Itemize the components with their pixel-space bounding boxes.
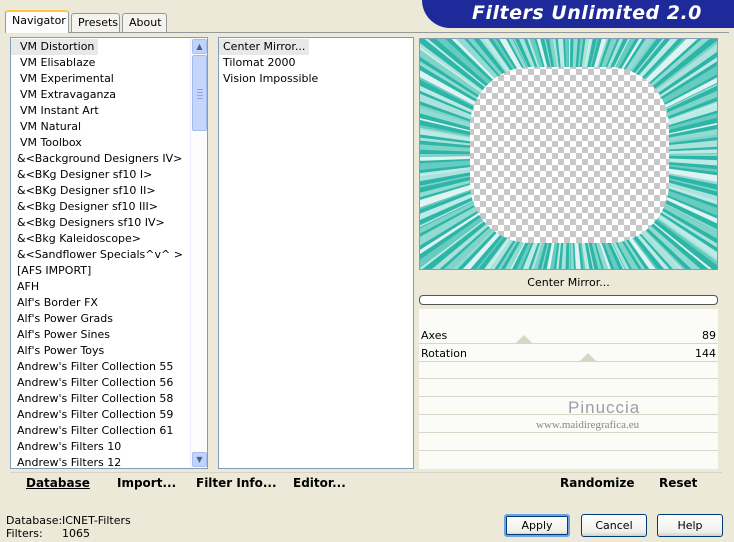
- category-item[interactable]: Alf's Power Sines: [11, 327, 110, 343]
- progress-bar: [419, 295, 718, 305]
- preview-caption: Center Mirror...: [527, 276, 610, 289]
- category-item[interactable]: Andrew's Filter Collection 58: [11, 391, 173, 407]
- category-list[interactable]: VM Distortion VM Elisablaze VM Experimenta…: [10, 37, 208, 469]
- category-item[interactable]: VM Instant Art: [11, 103, 99, 119]
- category-item[interactable]: VM Toolbox: [11, 135, 82, 151]
- param-slider-knob[interactable]: [579, 353, 596, 361]
- param-value: 144: [695, 347, 716, 360]
- category-item[interactable]: VM Distortion: [11, 39, 99, 55]
- status-filters-value: 1065: [62, 527, 90, 540]
- param-name: Rotation: [421, 347, 468, 360]
- category-item[interactable]: VM Experimental: [11, 71, 114, 87]
- filter-list[interactable]: Center Mirror... Tilomat 2000 Vision Impos…: [218, 37, 414, 469]
- param-name: Axes: [421, 329, 448, 342]
- randomize-button[interactable]: Randomize: [560, 476, 634, 490]
- category-item[interactable]: &<Bkg Designers sf10 IV>: [11, 215, 165, 231]
- filter-info-button[interactable]: Filter Info...: [196, 476, 277, 490]
- category-item[interactable]: VM Natural: [11, 119, 81, 135]
- category-item[interactable]: Andrew's Filters 10: [11, 439, 121, 455]
- category-item[interactable]: &<Background Designers IV>: [11, 151, 182, 167]
- import-button[interactable]: Import...: [117, 476, 176, 490]
- filter-item[interactable]: Tilomat 2000: [219, 55, 295, 71]
- category-item[interactable]: Andrew's Filter Collection 61: [11, 423, 173, 439]
- database-button[interactable]: Database: [26, 476, 90, 490]
- scroll-up-button[interactable]: ▲: [192, 39, 207, 54]
- category-item[interactable]: [AFS IMPORT]: [11, 263, 91, 279]
- category-item[interactable]: Andrew's Filter Collection 55: [11, 359, 173, 375]
- help-button[interactable]: Help: [657, 514, 723, 537]
- status-database-value: ICNET-Filters: [62, 514, 131, 527]
- category-item[interactable]: Alf's Border FX: [11, 295, 98, 311]
- filter-item[interactable]: Center Mirror...: [219, 39, 310, 55]
- category-item[interactable]: VM Extravaganza: [11, 87, 116, 103]
- category-item[interactable]: Alf's Power Grads: [11, 311, 113, 327]
- tab-about[interactable]: About: [122, 13, 167, 32]
- tab-strip-border: [5, 32, 729, 33]
- param-row[interactable]: Rotation 144: [419, 344, 718, 362]
- status-filters-label: Filters:: [6, 527, 43, 540]
- chevron-up-icon: ▲: [196, 42, 203, 51]
- tab-navigator[interactable]: Navigator: [5, 10, 69, 33]
- editor-button[interactable]: Editor...: [293, 476, 346, 490]
- category-item[interactable]: &<Sandflower Specials^v^ >: [11, 247, 183, 263]
- apply-button[interactable]: Apply: [504, 514, 570, 537]
- param-slider-knob[interactable]: [515, 335, 532, 343]
- chevron-down-icon: ▼: [196, 455, 203, 464]
- category-item[interactable]: Andrew's Filter Collection 59: [11, 407, 173, 423]
- watermark-url: www.maidiregrafica.eu: [536, 419, 640, 431]
- category-item[interactable]: AFH: [11, 279, 39, 295]
- category-item[interactable]: VM Elisablaze: [11, 55, 95, 71]
- category-item[interactable]: Andrew's Filter Collection 56: [11, 375, 173, 391]
- watermark-name: Pinuccia: [568, 398, 641, 417]
- reset-button[interactable]: Reset: [659, 476, 697, 490]
- cancel-button[interactable]: Cancel: [581, 514, 647, 537]
- tab-presets[interactable]: Presets: [71, 13, 120, 32]
- preview-image: [419, 38, 718, 270]
- scroll-thumb[interactable]: [192, 55, 207, 131]
- category-item[interactable]: &<Bkg Designer sf10 III>: [11, 199, 158, 215]
- category-scrollbar[interactable]: ▲ ▼: [190, 38, 207, 468]
- param-row[interactable]: Axes 89: [419, 326, 718, 344]
- param-value: 89: [702, 329, 716, 342]
- category-item[interactable]: &<BKg Designer sf10 II>: [11, 183, 156, 199]
- category-item[interactable]: Andrew's Filters 12: [11, 455, 121, 468]
- scroll-down-button[interactable]: ▼: [192, 452, 207, 467]
- category-item[interactable]: Alf's Power Toys: [11, 343, 104, 359]
- banner-title: Filters Unlimited 2.0: [472, 2, 702, 24]
- title-banner: Filters Unlimited 2.0: [422, 0, 734, 28]
- category-item[interactable]: &<Bkg Kaleidoscope>: [11, 231, 141, 247]
- filter-item[interactable]: Vision Impossible: [219, 71, 318, 87]
- status-database-label: Database:: [6, 514, 63, 527]
- category-item[interactable]: &<BKg Designer sf10 I>: [11, 167, 152, 183]
- preview-burst: [420, 39, 717, 269]
